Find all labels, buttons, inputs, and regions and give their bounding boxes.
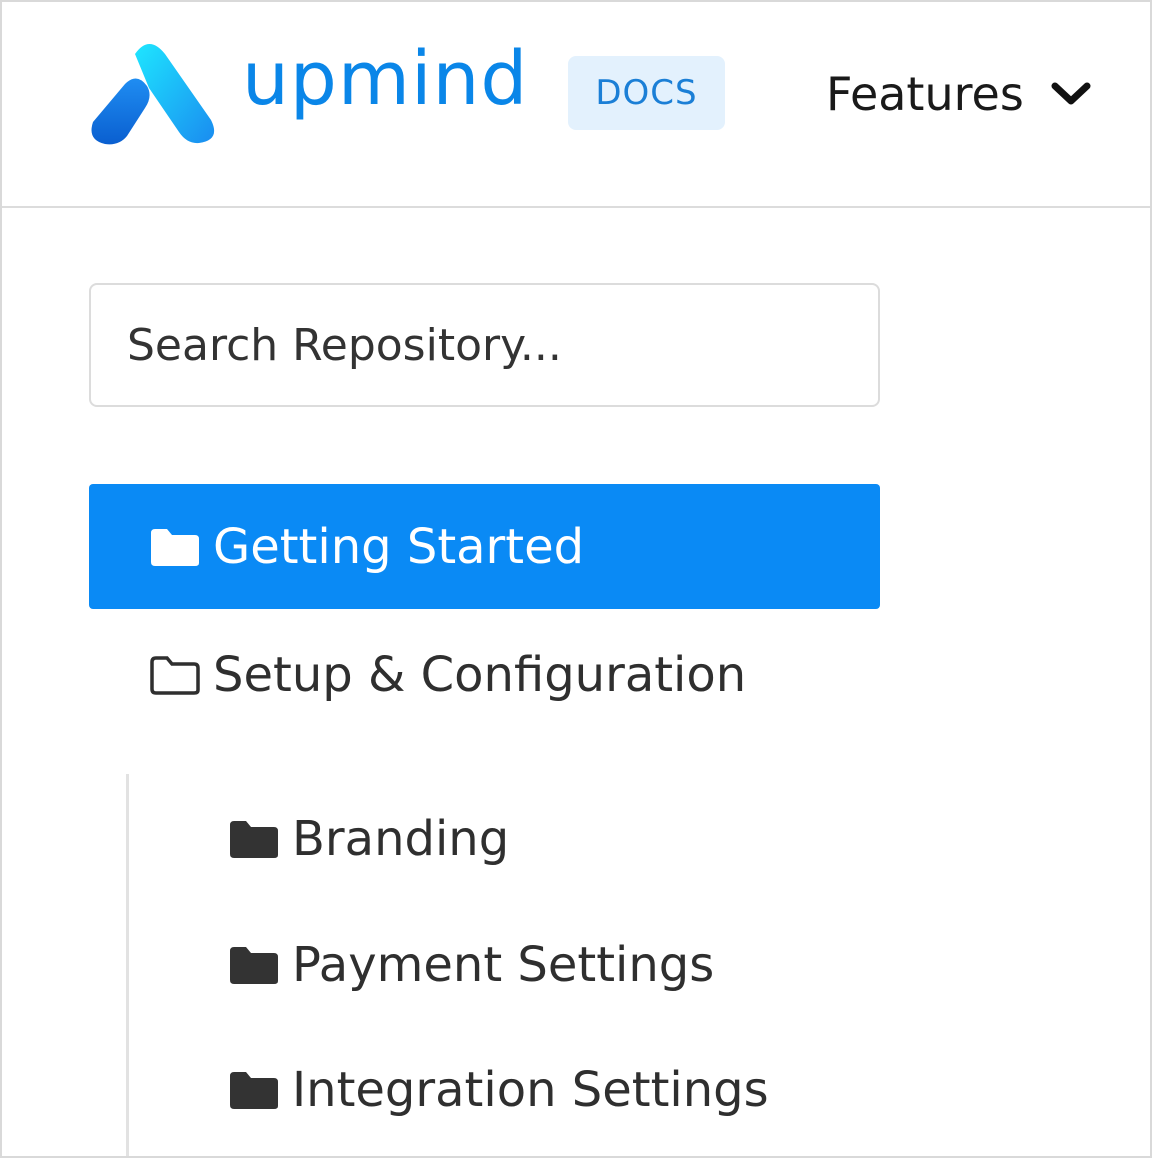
sidebar-item-label: Getting Started <box>213 518 585 575</box>
features-menu[interactable]: Features <box>826 64 1092 124</box>
search-input[interactable]: Search Repository... <box>89 283 880 407</box>
sidebar-item-branding[interactable]: Branding <box>228 804 509 874</box>
sidebar-item-getting-started[interactable]: Getting Started <box>89 484 880 609</box>
sidebar-item-label: Setup & Configuration <box>213 647 747 703</box>
search-placeholder: Search Repository... <box>127 319 562 371</box>
features-label: Features <box>826 67 1024 121</box>
top-header: upmind DOCS Features <box>2 2 1150 208</box>
sidebar-item-payment-settings[interactable]: Payment Settings <box>228 930 714 1000</box>
sidebar-item-label: Integration Settings <box>292 1062 769 1118</box>
submenu-divider <box>126 774 129 1156</box>
folder-icon <box>230 947 278 984</box>
chevron-down-icon <box>1051 82 1091 105</box>
docs-badge: DOCS <box>568 56 725 130</box>
folder-icon <box>151 528 199 566</box>
sidebar-item-setup-configuration[interactable]: Setup & Configuration <box>149 640 746 710</box>
upmind-logo-icon[interactable] <box>87 40 217 146</box>
sidebar-item-label: Branding <box>292 811 510 867</box>
sidebar-item-label: Payment Settings <box>292 937 715 993</box>
page: upmind DOCS Features Search Repository..… <box>0 0 1152 1158</box>
folder-icon <box>230 821 278 858</box>
sidebar-item-integration-settings[interactable]: Integration Settings <box>228 1055 769 1125</box>
folder-outline-icon <box>150 656 200 695</box>
brand-wordmark[interactable]: upmind <box>242 42 528 116</box>
folder-icon <box>230 1072 278 1109</box>
